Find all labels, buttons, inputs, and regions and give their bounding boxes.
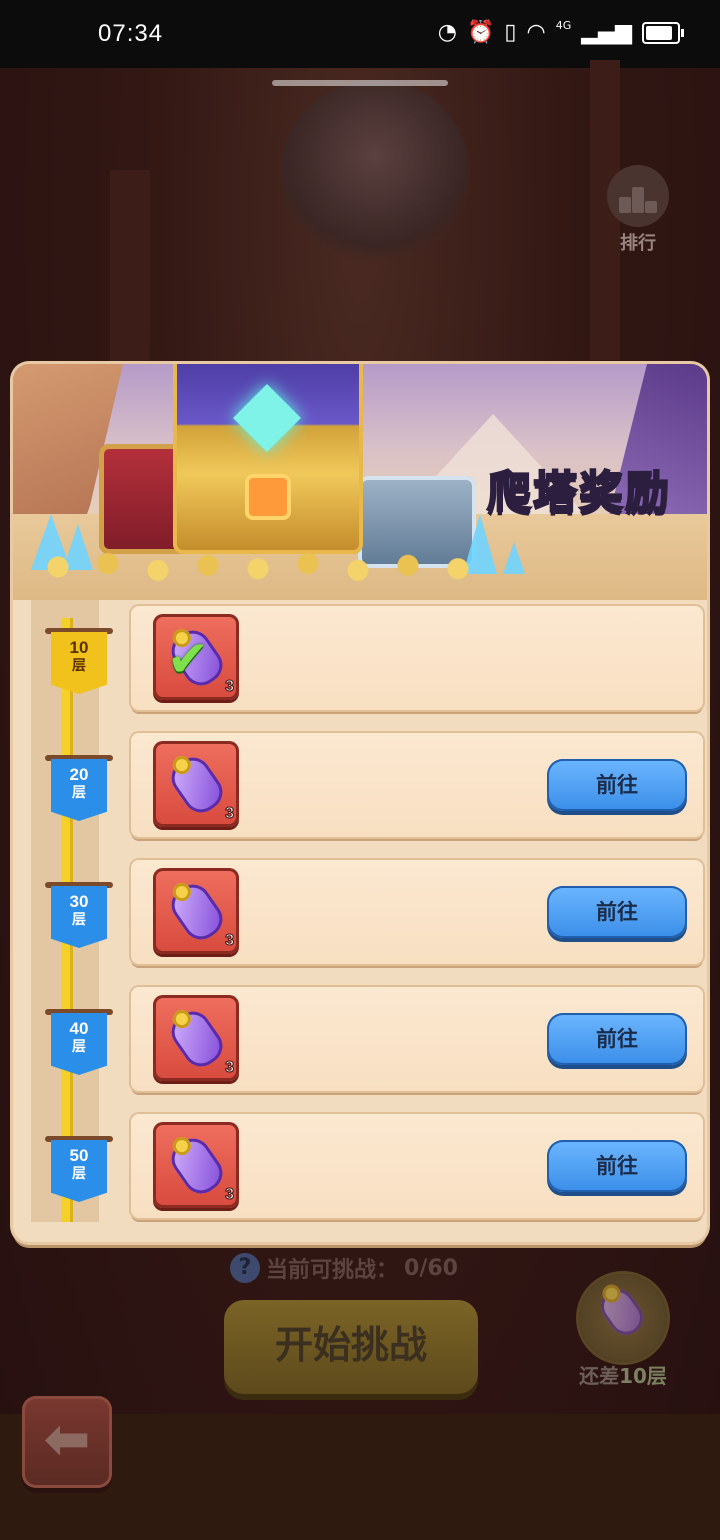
floor-number: 20 [69, 765, 89, 784]
next-reward-label: 还差10层 [568, 1360, 678, 1389]
rewards-banner: 爬塔奖励 [13, 364, 707, 600]
floor-unit: 层 [72, 785, 86, 801]
reward-item[interactable]: 3 [153, 741, 239, 827]
chest-lock [245, 474, 291, 520]
status-bar: 07:34 ◔ ⏰ ▯ ◠ 4G ▂▄▆ [0, 0, 720, 68]
reward-item[interactable]: 3 [153, 868, 239, 954]
floor-flag-30: 30 层 [45, 882, 113, 948]
bg-pillar-left [110, 170, 150, 390]
gold-chest-illustration [173, 364, 363, 554]
floor-unit: 层 [72, 1166, 86, 1182]
summon-scroll-icon [164, 877, 230, 947]
reward-row: 3 前往 [131, 733, 703, 837]
status-time: 07:34 [98, 20, 164, 47]
go-button[interactable]: 前往 [547, 886, 687, 938]
go-button[interactable]: 前往 [547, 1140, 687, 1192]
next-reward-icon [579, 1274, 667, 1362]
reward-row: 3 前往 [131, 987, 703, 1091]
floor-number: 50 [69, 1146, 89, 1165]
floor-unit: 层 [72, 912, 86, 928]
challenge-info: ? 当前可挑战： 0/60 [230, 1250, 458, 1286]
floor-number: 10 [69, 638, 89, 657]
next-reward-prefix: 还差 [579, 1364, 620, 1388]
vibrate-icon: ▯ [504, 20, 517, 45]
tower-rewards-panel: 爬塔奖励 10 层 20 层 30 层 40 层 50 层 ✔ 3 3 前往 3… [13, 364, 707, 1242]
floor-number: 40 [69, 1019, 89, 1038]
alarm-icon: ⏰ [466, 20, 495, 45]
boss-character [280, 80, 470, 270]
podium-icon [607, 165, 669, 227]
next-reward-value: 10层 [619, 1364, 667, 1388]
floor-unit: 层 [72, 658, 86, 674]
floor-flag-40: 40 层 [45, 1009, 113, 1075]
summon-scroll-icon [164, 1004, 230, 1074]
back-button[interactable]: ⬅ [22, 1396, 112, 1488]
summon-scroll-icon [164, 1131, 230, 1201]
wifi-icon: ◠ [526, 20, 546, 45]
summon-scroll-icon [594, 1282, 650, 1342]
help-icon[interactable]: ? [230, 1253, 260, 1283]
ranking-button[interactable]: 排行 [600, 165, 676, 255]
challenge-count: 0/60 [404, 1255, 458, 1281]
floor-unit: 层 [72, 1039, 86, 1055]
item-quantity: 3 [225, 1059, 235, 1077]
reward-item[interactable]: ✔ 3 [153, 614, 239, 700]
status-icons: ◔ ⏰ ▯ ◠ 4G ▂▄▆ [437, 19, 684, 46]
floor-number: 30 [69, 892, 89, 911]
summon-scroll-icon [164, 750, 230, 820]
start-challenge-button[interactable]: 开始挑战 [224, 1300, 478, 1394]
floor-flag-50: 50 层 [45, 1136, 113, 1202]
item-quantity: 3 [225, 805, 235, 823]
gold-coins-illustration [33, 550, 533, 584]
chest-gem [233, 384, 301, 452]
item-quantity: 3 [225, 678, 235, 696]
next-reward-hint[interactable]: 还差10层 [568, 1274, 678, 1389]
signal-icon: ▂▄▆ [581, 20, 632, 45]
reward-row: 3 前往 [131, 1114, 703, 1218]
arrow-left-icon: ⬅ [43, 1407, 91, 1472]
reward-item[interactable]: 3 [153, 995, 239, 1081]
reward-row: ✔ 3 [131, 606, 703, 710]
check-icon: ✔ [167, 630, 209, 688]
item-quantity: 3 [225, 1186, 235, 1204]
challenge-label: 当前可挑战： [266, 1258, 399, 1283]
network-type-label: 4G [555, 19, 572, 32]
battery-icon [642, 22, 684, 44]
drag-handle[interactable] [272, 80, 448, 86]
go-button[interactable]: 前往 [547, 759, 687, 811]
ranking-label: 排行 [620, 233, 656, 254]
reward-item[interactable]: 3 [153, 1122, 239, 1208]
go-button[interactable]: 前往 [547, 1013, 687, 1065]
item-quantity: 3 [225, 932, 235, 950]
reward-row: 3 前往 [131, 860, 703, 964]
floor-flag-20: 20 层 [45, 755, 113, 821]
floor-flag-10: 10 层 [45, 628, 113, 694]
panel-title: 爬塔奖励 [486, 466, 671, 519]
speedometer-icon: ◔ [437, 20, 457, 45]
